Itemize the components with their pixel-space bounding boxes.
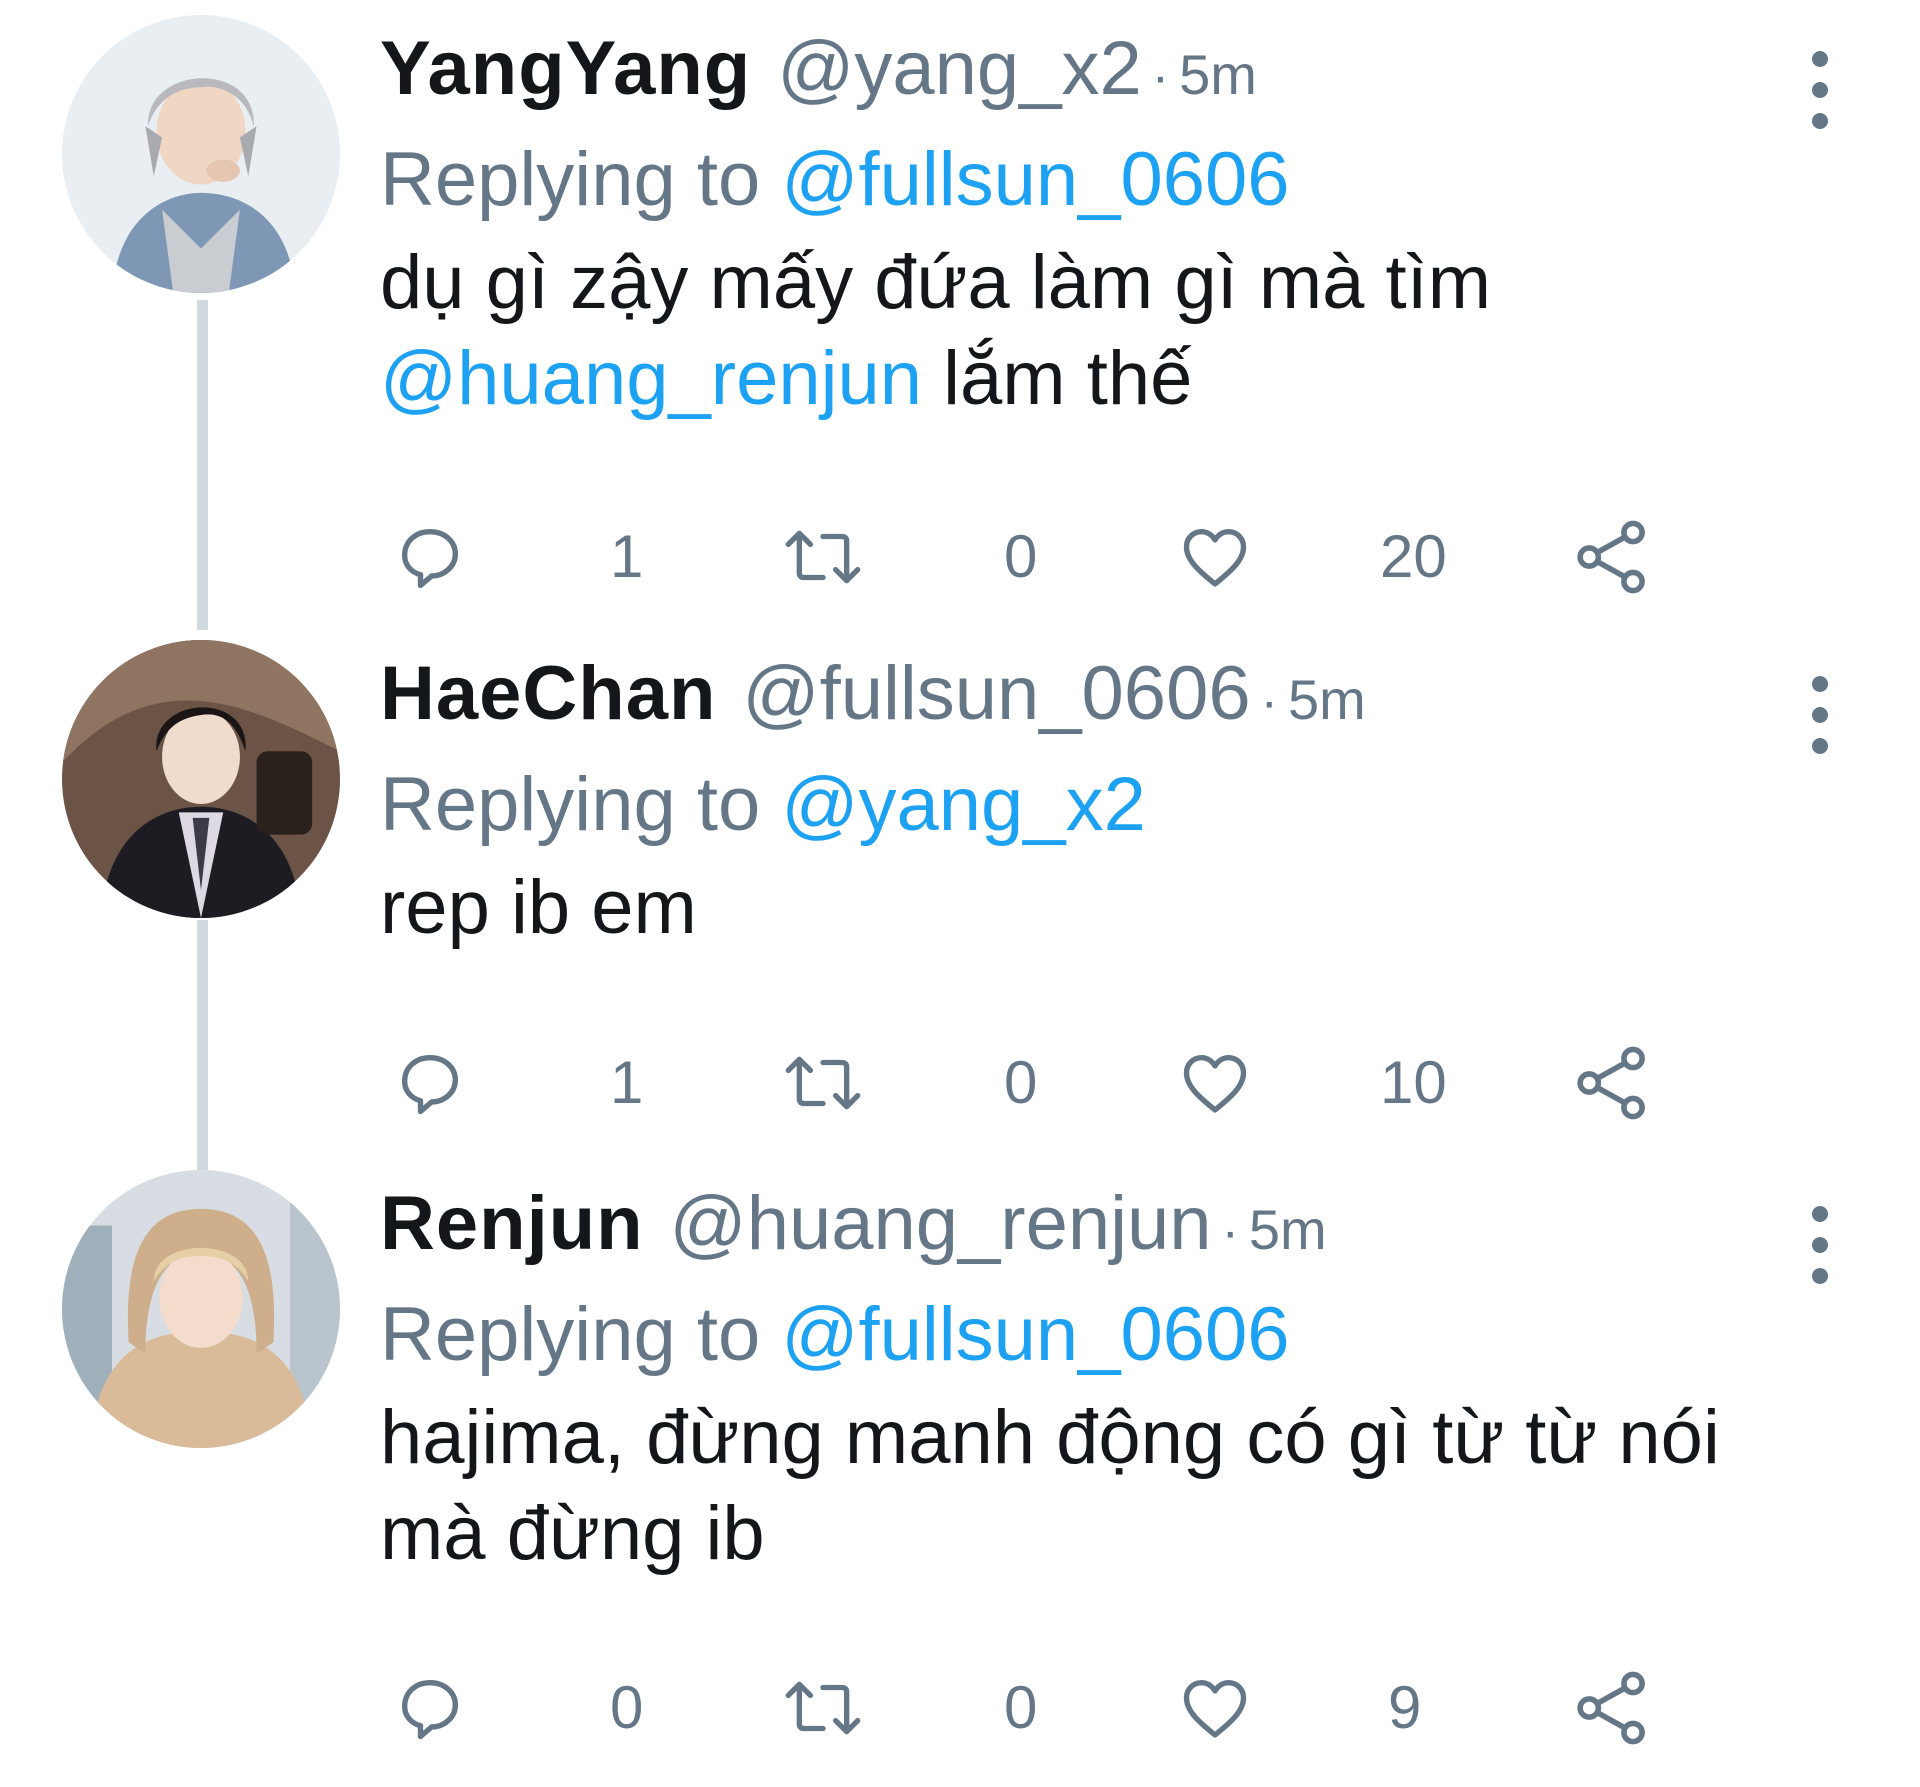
timestamp[interactable]: 5m	[1179, 42, 1257, 107]
like-button[interactable]	[1176, 507, 1254, 607]
tweet-actions: 1 0 10	[380, 1033, 1700, 1133]
tweet-actions: 0 0 9	[380, 1658, 1700, 1758]
display-name[interactable]: Renjun	[380, 1180, 644, 1267]
avatar[interactable]	[62, 640, 340, 918]
share-button[interactable]	[1570, 1033, 1654, 1133]
display-name[interactable]: HaeChan	[380, 650, 716, 737]
thread-connector-line	[197, 920, 208, 1170]
user-handle[interactable]: @yang_x2	[777, 25, 1142, 112]
user-handle[interactable]: @fullsun_0606	[742, 650, 1250, 737]
reply-bubble-icon	[401, 1679, 459, 1740]
user-handle[interactable]: @huang_renjun	[670, 1180, 1212, 1267]
avatar-image-renjun	[62, 1170, 340, 1448]
like-button[interactable]	[1176, 1033, 1254, 1133]
tweet-text: rep ib em	[380, 860, 1720, 956]
reply-count: 1	[610, 523, 644, 590]
tweet-text: hajima, đừng manh động có gì từ từ nói m…	[380, 1390, 1720, 1582]
retweet-icon	[785, 530, 861, 584]
avatar-image-haechan	[62, 640, 340, 918]
separator-dot: ·	[1151, 48, 1170, 106]
reply-count: 0	[610, 1674, 644, 1741]
retweet-button[interactable]	[782, 1033, 864, 1133]
retweet-icon	[785, 1681, 861, 1735]
retweet-count: 0	[1004, 523, 1038, 590]
tweet-actions: 1 0 20	[380, 507, 1700, 607]
reply-thread: YangYang @yang_x2 · 5m Replying to @full…	[0, 0, 1920, 1787]
like-count: 9	[1388, 1674, 1422, 1741]
share-button[interactable]	[1570, 507, 1654, 607]
more-vertical-icon	[1812, 1206, 1828, 1284]
tweet-content: YangYang @yang_x2 · 5m Replying to @full…	[380, 15, 1720, 427]
replying-to-line: Replying to @fullsun_0606	[380, 125, 1720, 235]
reply-count: 1	[610, 1049, 644, 1116]
like-count: 10	[1380, 1049, 1447, 1116]
share-icon	[1577, 1671, 1645, 1745]
reply-button[interactable]	[392, 507, 468, 607]
separator-dot: ·	[1221, 1203, 1239, 1261]
tweet-text-part: hajima, đừng manh động có gì từ từ nói m…	[380, 1395, 1720, 1576]
replying-to-mention[interactable]: @yang_x2	[781, 762, 1146, 847]
share-icon	[1577, 1046, 1645, 1120]
tweet-header: YangYang @yang_x2 · 5m	[380, 15, 1720, 125]
timestamp[interactable]: 5m	[1249, 1197, 1327, 1262]
tweet-header: Renjun @huang_renjun · 5m	[380, 1170, 1720, 1280]
more-options-button[interactable]	[1800, 1200, 1840, 1290]
more-options-button[interactable]	[1800, 670, 1840, 760]
replying-to-mention[interactable]: @fullsun_0606	[781, 1292, 1289, 1377]
avatar-image-yangyang	[62, 15, 340, 293]
heart-icon	[1183, 528, 1247, 587]
heart-icon	[1183, 1054, 1247, 1113]
tweet-content: Renjun @huang_renjun · 5m Replying to @f…	[380, 1170, 1720, 1582]
separator-dot: ·	[1260, 673, 1278, 731]
tweet-mention[interactable]: @huang_renjun	[380, 336, 922, 421]
share-icon	[1577, 520, 1645, 594]
retweet-icon	[785, 1056, 861, 1110]
reply-bubble-icon	[401, 1054, 459, 1115]
tweet-text: dụ gì zậy mấy đứa làm gì mà tìm @huang_r…	[380, 235, 1720, 427]
replying-to-label: Replying to	[380, 1292, 782, 1377]
thread-connector-line	[197, 300, 208, 630]
like-count: 20	[1380, 523, 1447, 590]
tweet-text-part: lắm thế	[922, 336, 1193, 421]
tweet-header: HaeChan @fullsun_0606 · 5m	[380, 640, 1720, 750]
tweet-text-part: dụ gì zậy mấy đứa làm gì mà tìm	[380, 240, 1492, 325]
replying-to-label: Replying to	[380, 137, 782, 222]
avatar[interactable]	[62, 1170, 340, 1448]
heart-icon	[1183, 1679, 1247, 1738]
reply-button[interactable]	[392, 1658, 468, 1758]
reply-button[interactable]	[392, 1033, 468, 1133]
tweet-content: HaeChan @fullsun_0606 · 5m Replying to @…	[380, 640, 1720, 956]
avatar[interactable]	[62, 15, 340, 293]
retweet-button[interactable]	[782, 507, 864, 607]
more-vertical-icon	[1812, 676, 1828, 754]
reply-bubble-icon	[401, 528, 459, 589]
retweet-button[interactable]	[782, 1658, 864, 1758]
tweet-text-part: rep ib em	[380, 865, 697, 950]
replying-to-mention[interactable]: @fullsun_0606	[781, 137, 1289, 222]
like-button[interactable]	[1176, 1658, 1254, 1758]
share-button[interactable]	[1570, 1658, 1654, 1758]
timestamp[interactable]: 5m	[1288, 667, 1366, 732]
retweet-count: 0	[1004, 1049, 1038, 1116]
replying-to-line: Replying to @fullsun_0606	[380, 1280, 1720, 1390]
more-vertical-icon	[1812, 51, 1828, 129]
display-name[interactable]: YangYang	[380, 25, 751, 112]
replying-to-label: Replying to	[380, 762, 782, 847]
replying-to-line: Replying to @yang_x2	[380, 750, 1720, 860]
more-options-button[interactable]	[1800, 45, 1840, 135]
retweet-count: 0	[1004, 1674, 1038, 1741]
